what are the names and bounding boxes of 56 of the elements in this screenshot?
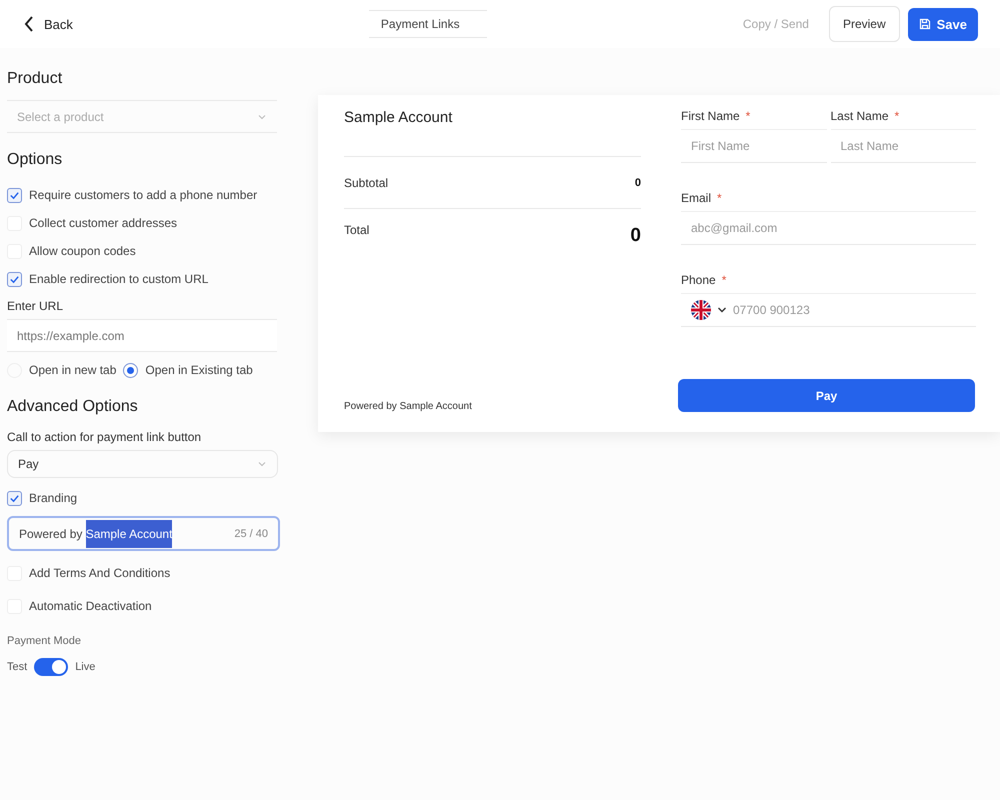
url-field[interactable]: https://example.com (7, 319, 277, 352)
subtotal-label: Subtotal (344, 176, 388, 190)
back-button[interactable]: Back (24, 16, 73, 32)
preview-button[interactable]: Preview (828, 6, 900, 42)
radio-button[interactable] (123, 362, 138, 378)
save-icon (918, 18, 931, 30)
checkmark-icon (9, 274, 20, 284)
section-heading: Options (7, 151, 64, 169)
checkbox-label: Add Terms And Conditions (29, 566, 170, 580)
checkbox[interactable] (7, 272, 22, 286)
checkmark-icon (9, 190, 20, 200)
account-name: Sample Account (344, 109, 452, 126)
powered-by-text: Powered by Sample Account (344, 401, 473, 412)
phone-field[interactable]: 07700 900123 (681, 293, 976, 327)
checkbox-label: Collect customer addresses (29, 216, 178, 230)
pay-button[interactable]: Pay (678, 379, 975, 412)
required-mark: * (717, 191, 722, 205)
flag-icon (691, 300, 711, 320)
branding-field[interactable]: Powered by Sample Account 25 / 40 (7, 516, 280, 551)
total-label: Total (344, 223, 370, 237)
required-mark: * (894, 109, 900, 123)
field-label: Enter URL (7, 299, 64, 313)
radio-label: Open in new tab (29, 363, 116, 377)
checkbox-label: Require customers to add a phone number (29, 188, 258, 202)
checkmark-icon (9, 492, 20, 504)
checkbox-label: Allow coupon codes (29, 244, 136, 258)
checkbox-label: Automatic Deactivation (29, 599, 152, 613)
section-heading: Advanced Options (7, 398, 139, 416)
page-title: Payment Links (368, 10, 487, 38)
save-button[interactable]: Save (908, 8, 978, 40)
field-label: Payment Mode (7, 635, 82, 647)
checkbox-label: Branding (29, 491, 78, 505)
last-name-field[interactable]: Last Name (830, 129, 976, 163)
toggle-label: Test (7, 661, 28, 673)
required-mark: * (722, 273, 726, 287)
cta-select[interactable]: Pay (7, 450, 278, 478)
field-label: Phone (681, 273, 716, 287)
radio-label: Open in Existing tab (145, 363, 253, 377)
mode-toggle[interactable] (34, 658, 68, 676)
chevron-down-icon (257, 459, 267, 469)
field-label: Last Name (830, 109, 889, 123)
checkbox[interactable] (7, 490, 22, 506)
toggle-label: Live (75, 661, 96, 673)
subtotal-value: 0 (634, 176, 641, 188)
chevron-left-icon (24, 16, 34, 32)
first-name-field[interactable]: First Name (681, 129, 826, 163)
checkbox[interactable] (7, 188, 22, 202)
required-mark: * (746, 109, 750, 123)
field-label: First Name (681, 109, 740, 123)
email-field[interactable]: abc@gmail.com (681, 211, 976, 245)
section-heading: Product (7, 70, 64, 88)
chevron-down-icon (717, 305, 727, 315)
total-value: 0 (630, 225, 641, 247)
field-label: Call to action for payment link button (7, 430, 202, 444)
field-label: Email (681, 191, 712, 205)
checkbox-label: Enable redirection to custom URL (29, 272, 208, 286)
